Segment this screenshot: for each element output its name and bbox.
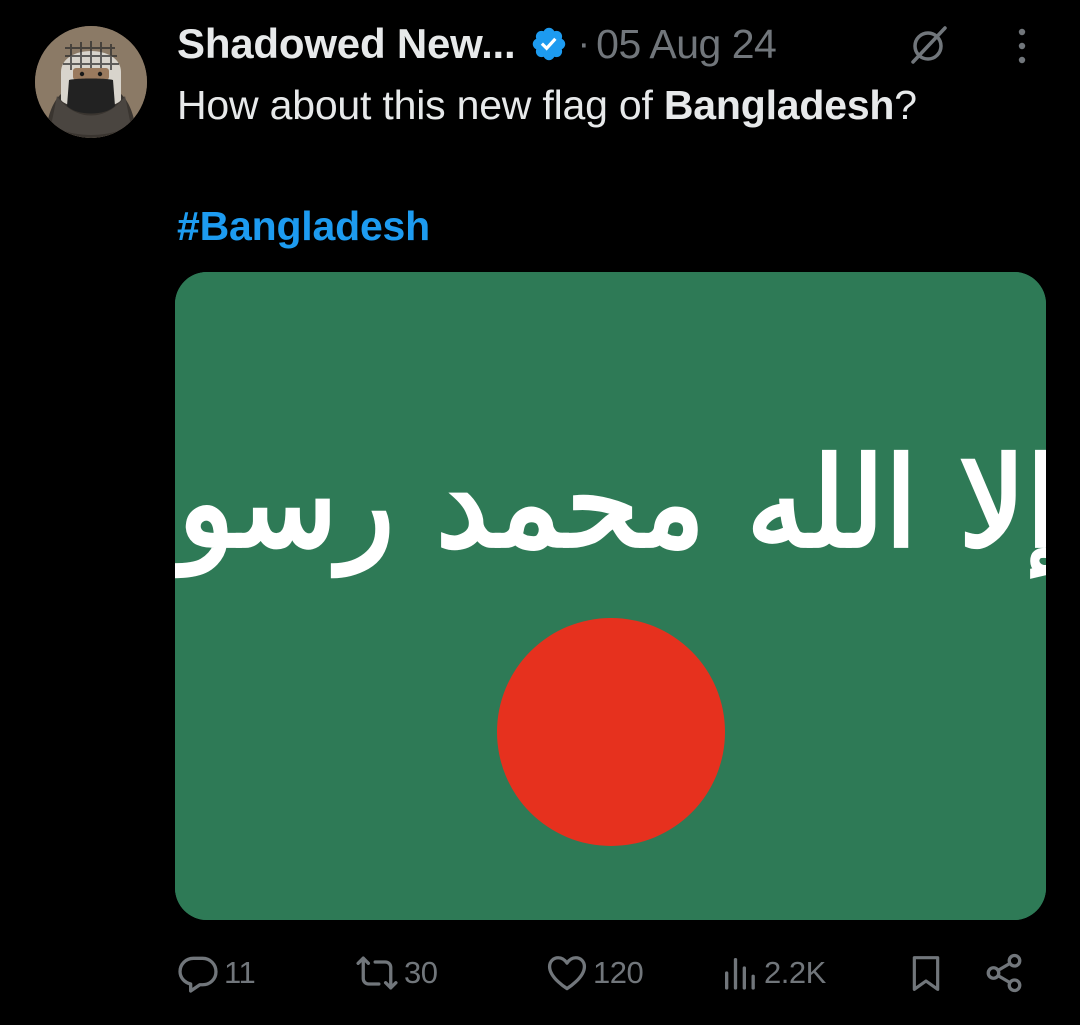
share-icon xyxy=(986,953,1022,993)
flag-disc xyxy=(497,618,725,846)
repost-button[interactable]: 30 xyxy=(354,945,438,1001)
tweet-text-after: ? xyxy=(894,82,917,128)
tweet-text: How about this new flag of Bangladesh? xyxy=(177,78,917,132)
tweet-date[interactable]: 05 Aug 24 xyxy=(596,21,777,68)
avatar[interactable] xyxy=(35,26,147,138)
bookmark-icon xyxy=(912,956,940,991)
bookmark-button[interactable] xyxy=(906,945,946,1001)
more-icon[interactable] xyxy=(1015,26,1029,66)
reply-icon xyxy=(178,956,218,993)
author-name[interactable]: Shadowed New... xyxy=(177,20,516,68)
repost-count: 30 xyxy=(404,955,438,990)
flag-script: لا إله إلا الله محمد رسول الله xyxy=(175,429,1046,575)
reply-count: 11 xyxy=(224,955,256,990)
grok-icon[interactable] xyxy=(905,22,951,68)
tweet-image[interactable]: لا إله إلا الله محمد رسول الله xyxy=(175,272,1046,920)
tweet[interactable]: Shadowed New... · 05 Aug 24 How about th… xyxy=(0,0,1080,1025)
share-button[interactable] xyxy=(983,945,1025,1001)
views-icon xyxy=(725,958,755,990)
hashtag-link[interactable]: #Bangladesh xyxy=(177,199,430,253)
separator-dot: · xyxy=(577,22,591,65)
reply-button[interactable]: 11 xyxy=(176,945,256,1001)
tweet-header: Shadowed New... · 05 Aug 24 xyxy=(177,16,1047,72)
tweet-text-bold: Bangladesh xyxy=(663,82,895,128)
like-count: 120 xyxy=(593,955,644,990)
repost-icon xyxy=(356,956,398,990)
view-count: 2.2K xyxy=(764,955,826,990)
like-button[interactable]: 120 xyxy=(545,945,644,1001)
like-icon xyxy=(547,956,587,991)
views-button[interactable]: 2.2K xyxy=(720,945,826,1001)
verified-badge-icon xyxy=(530,25,568,63)
tweet-text-before: How about this new flag of xyxy=(177,82,664,128)
action-bar: 11 30 120 2.2K xyxy=(0,945,1080,1001)
person-keffiyeh-avatar xyxy=(35,26,147,138)
